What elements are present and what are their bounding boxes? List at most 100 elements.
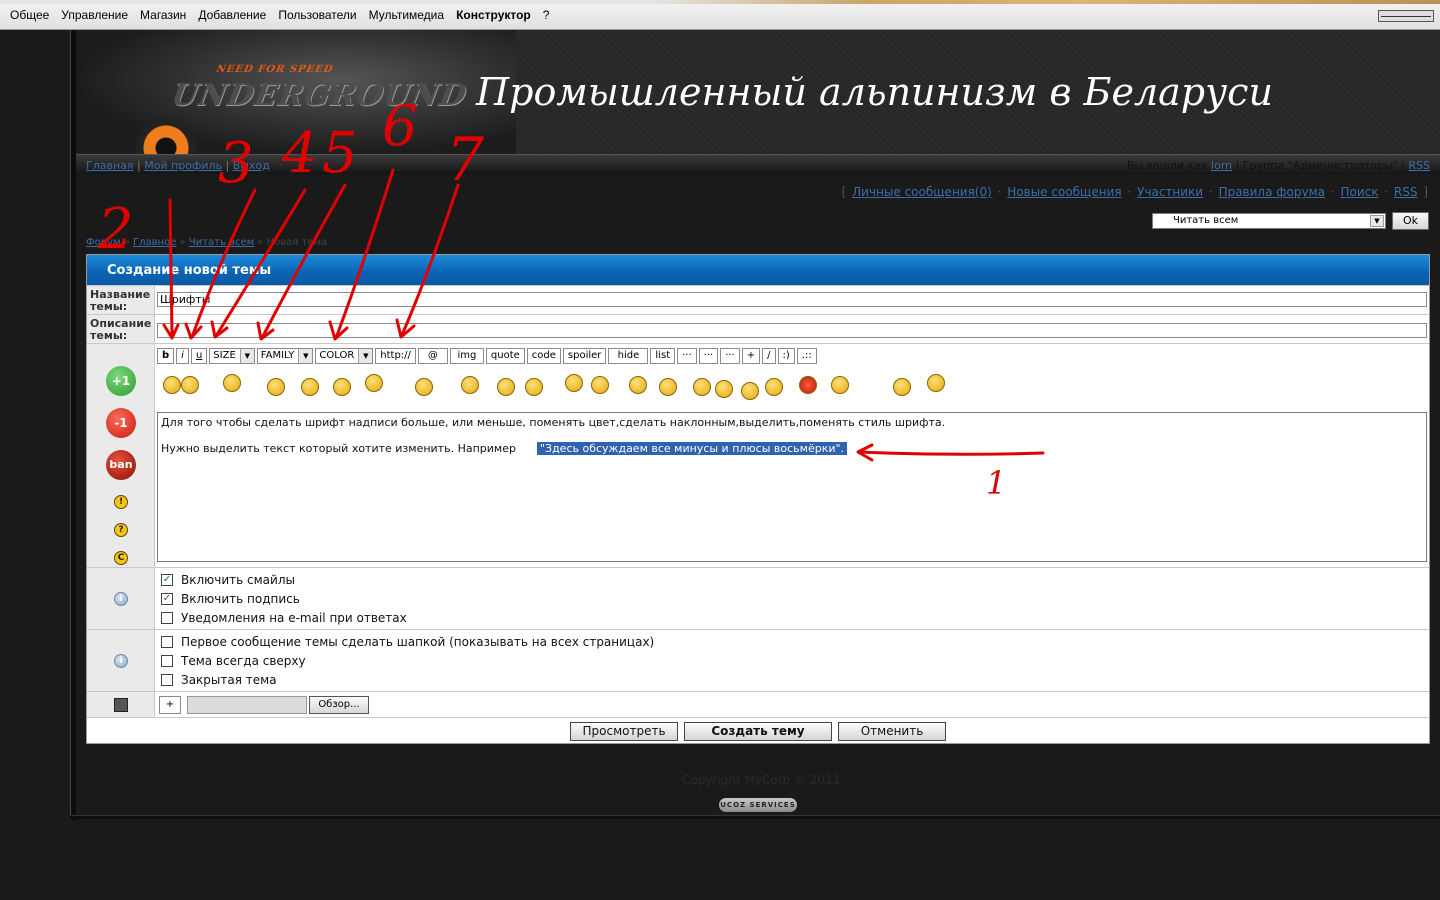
smiley-icon[interactable] <box>565 374 583 392</box>
file-input[interactable] <box>187 696 307 714</box>
spoiler-button[interactable]: spoiler <box>562 348 607 364</box>
admin-menu-shop[interactable]: Магазин <box>134 8 192 22</box>
smiley-icon[interactable] <box>365 374 383 392</box>
smiley-icon[interactable] <box>525 378 543 396</box>
breadcrumb-read-all[interactable]: Читать всем <box>189 237 254 248</box>
family-select[interactable]: FAMILY ▼ <box>256 348 314 364</box>
smiley-icon[interactable] <box>741 382 759 400</box>
checkbox-signature[interactable]: ✓ <box>161 593 173 605</box>
smiley-icon[interactable] <box>301 378 319 396</box>
breadcrumb-forum[interactable]: Форум <box>86 237 121 248</box>
topic-desc-input[interactable] <box>157 323 1427 338</box>
smiley-icon[interactable] <box>497 378 515 396</box>
checkbox-closed[interactable] <box>161 674 173 686</box>
smiley-icon[interactable] <box>831 376 849 394</box>
option-sticky[interactable]: Тема всегда сверху <box>161 654 306 668</box>
checkbox-sticky[interactable] <box>161 655 173 667</box>
topic-name-input[interactable]: Шрифты <box>157 292 1427 307</box>
user-name-link[interactable]: lorn <box>1211 159 1232 172</box>
smiley-icon[interactable] <box>181 376 199 394</box>
code-button[interactable]: code <box>526 348 561 364</box>
sos-smiley-icon[interactable] <box>927 374 945 392</box>
smiley-icon[interactable] <box>333 378 351 396</box>
smiley-icon[interactable] <box>693 378 711 396</box>
forum-jump-select[interactable]: Читать всем ▼ <box>1152 213 1386 229</box>
rating-minus-icon[interactable]: -1 <box>106 408 136 438</box>
forum-jump-ok-button[interactable]: Ok <box>1392 212 1429 230</box>
more-button[interactable]: .:: <box>796 348 817 364</box>
option-closed[interactable]: Закрытая тема <box>161 673 277 687</box>
list-button[interactable]: list <box>650 348 676 364</box>
ban-icon[interactable]: ban <box>106 450 136 480</box>
img-button[interactable]: img <box>449 348 484 364</box>
underline-button[interactable]: u <box>190 348 208 364</box>
toolbar-collapse-handle[interactable] <box>1378 10 1434 22</box>
quote-button[interactable]: quote <box>485 348 525 364</box>
option-smiles[interactable]: ✓ Включить смайлы <box>161 573 295 587</box>
color-select[interactable]: COLOR ▼ <box>315 348 374 364</box>
smiley-icon[interactable] <box>415 378 433 396</box>
smiley-icon[interactable] <box>267 378 285 396</box>
admin-menu-management[interactable]: Управление <box>55 8 134 22</box>
topic-options-row: i Первое сообщение темы сделать шапкой (… <box>87 629 1429 691</box>
close-tag-button[interactable]: / <box>762 348 776 364</box>
message-textarea[interactable]: Для того чтобы сделать шрифт надписи бол… <box>157 412 1427 562</box>
center-button[interactable]: ··· <box>720 348 740 364</box>
forum-rss-link[interactable]: RSS <box>1394 185 1418 199</box>
smiley-icon[interactable] <box>461 376 479 394</box>
nav-logout-link[interactable]: Выход <box>233 159 270 172</box>
admin-menu-help[interactable]: ? <box>537 8 556 22</box>
question-icon[interactable]: ? <box>114 523 128 537</box>
url-button[interactable]: http:// <box>375 348 416 364</box>
checkbox-smiles[interactable]: ✓ <box>161 574 173 586</box>
rating-plus-icon[interactable]: +1 <box>106 366 136 396</box>
admin-menu-constructor[interactable]: Конструктор <box>450 8 537 22</box>
smiley-icon[interactable] <box>163 376 181 394</box>
option-signature[interactable]: ✓ Включить подпись <box>161 592 300 606</box>
warning-icon[interactable]: ! <box>114 495 128 509</box>
option-email[interactable]: Уведомления на e-mail при ответах <box>161 611 407 625</box>
open-tag-button[interactable]: + <box>741 348 761 364</box>
checkbox-email[interactable] <box>161 612 173 624</box>
new-messages-link[interactable]: Новые сообщения <box>1007 185 1121 199</box>
left-align-button[interactable]: ··· <box>698 348 719 364</box>
list-item-button[interactable]: ··· <box>677 348 697 364</box>
search-link[interactable]: Поиск <box>1340 185 1378 199</box>
size-select[interactable]: SIZE ▼ <box>209 348 255 364</box>
bold-button[interactable]: b <box>157 348 175 364</box>
nav-profile-link[interactable]: Мой профиль <box>144 159 222 172</box>
smiley-icon[interactable] <box>223 374 241 392</box>
smiley-icon[interactable] <box>765 378 783 396</box>
nav-home-link[interactable]: Главная <box>86 159 134 172</box>
rules-link[interactable]: Правила форума <box>1219 185 1325 199</box>
browse-button[interactable]: Обзор... <box>309 696 369 714</box>
admin-menu-general[interactable]: Общее <box>4 8 55 22</box>
add-attachment-button[interactable]: + <box>159 696 181 714</box>
preview-button[interactable]: Просмотреть <box>570 722 678 741</box>
italic-button[interactable]: i <box>176 348 189 364</box>
admin-menu-add[interactable]: Добавление <box>192 8 272 22</box>
ucoz-badge[interactable]: UCOZ SERVICES <box>719 798 797 812</box>
create-topic-button[interactable]: Создать тему <box>684 722 832 741</box>
smiley-icon[interactable] <box>893 378 911 396</box>
smiley-icon[interactable] <box>659 378 677 396</box>
smiley-icon[interactable] <box>629 376 647 394</box>
smiley-icon[interactable] <box>715 380 733 398</box>
members-link[interactable]: Участники <box>1137 185 1203 199</box>
pm-link[interactable]: Личные сообщения(0) <box>852 185 992 199</box>
smiles-button[interactable]: :) <box>777 348 795 364</box>
admin-menu-users[interactable]: Пользователи <box>272 8 362 22</box>
breadcrumb-main[interactable]: Главное <box>133 237 176 248</box>
cancel-button[interactable]: Отменить <box>838 722 946 741</box>
email-button[interactable]: @ <box>417 348 448 364</box>
option-header[interactable]: Первое сообщение темы сделать шапкой (по… <box>161 635 654 649</box>
attachment-row: + Обзор... <box>87 691 1429 717</box>
smiley-icon[interactable] <box>591 376 609 394</box>
hide-button[interactable]: hide <box>608 348 649 364</box>
admin-menu-multimedia[interactable]: Мультимедиа <box>363 8 450 22</box>
copyright-icon[interactable]: C <box>114 551 128 565</box>
devil-smiley-icon[interactable] <box>799 376 817 394</box>
breadcrumb: Форум » Главное » Читать всем » Новая те… <box>86 237 328 248</box>
checkbox-header[interactable] <box>161 636 173 648</box>
nav-rss-link[interactable]: RSS <box>1408 159 1430 172</box>
